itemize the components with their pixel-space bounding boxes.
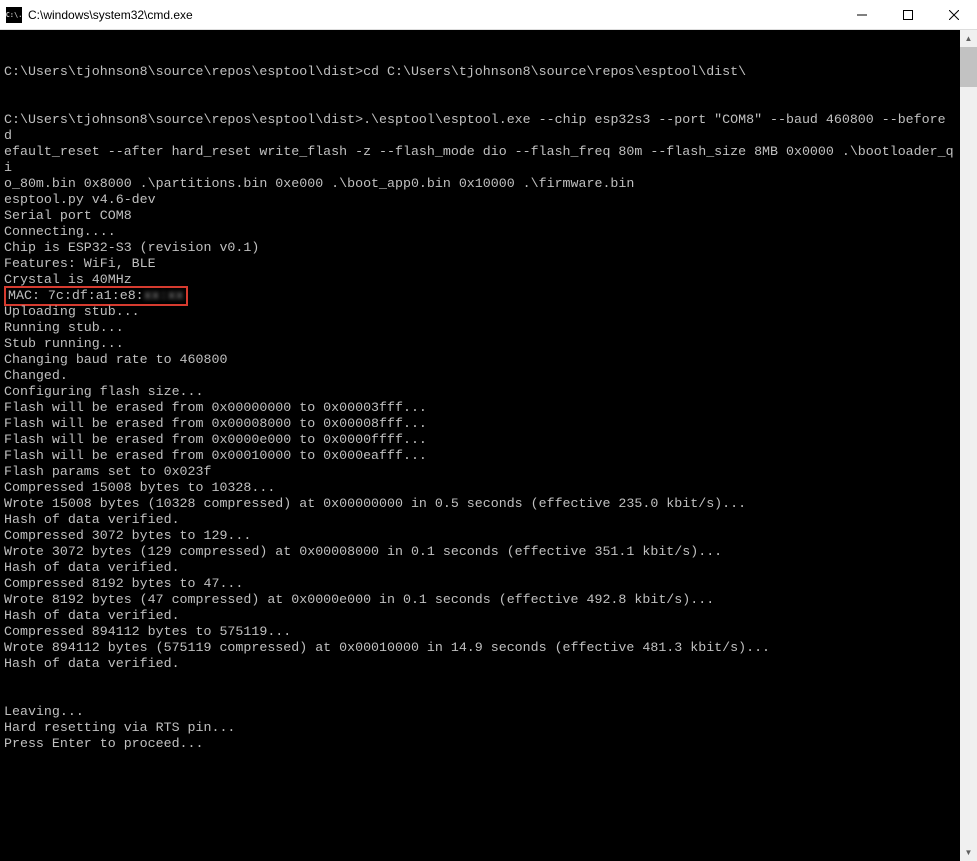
maximize-button[interactable]: [885, 0, 931, 30]
output-line: Press Enter to proceed...: [4, 736, 204, 751]
output-line: Flash will be erased from 0x00010000 to …: [4, 448, 427, 463]
output-line: Hash of data verified.: [4, 656, 180, 671]
output-line: Flash will be erased from 0x00000000 to …: [4, 400, 427, 415]
scrollbar-up-button[interactable]: ▲: [960, 30, 977, 47]
output-line: Wrote 15008 bytes (10328 compressed) at …: [4, 496, 746, 511]
output-line: Compressed 894112 bytes to 575119...: [4, 624, 291, 639]
output-line: Compressed 15008 bytes to 10328...: [4, 480, 275, 495]
output-line: Serial port COM8: [4, 208, 132, 223]
prompt: C:\Users\tjohnson8\source\repos\esptool\…: [4, 112, 363, 127]
window-title: C:\windows\system32\cmd.exe: [28, 8, 839, 22]
mac-address-highlight: MAC: 7c:df:a1:e8:xx:xx: [4, 286, 188, 306]
output-line: Features: WiFi, BLE: [4, 256, 156, 271]
terminal-wrapper: C:\Users\tjohnson8\source\repos\esptool\…: [0, 30, 977, 861]
output-line: Compressed 8192 bytes to 47...: [4, 576, 243, 591]
output-line: Leaving...: [4, 704, 84, 719]
output-line: Crystal is 40MHz: [4, 272, 132, 287]
output-line: Compressed 3072 bytes to 129...: [4, 528, 251, 543]
output-line: Changed.: [4, 368, 68, 383]
mac-address-text: MAC: 7c:df:a1:e8:: [8, 288, 144, 303]
output-line: Running stub...: [4, 320, 124, 335]
output-line: Flash will be erased from 0x0000e000 to …: [4, 432, 427, 447]
mac-address-redacted: xx:xx: [144, 288, 184, 303]
output-line: Stub running...: [4, 336, 124, 351]
output-line: esptool.py v4.6-dev: [4, 192, 156, 207]
output-line: Chip is ESP32-S3 (revision v0.1): [4, 240, 259, 255]
scrollbar-thumb[interactable]: [960, 47, 977, 87]
vertical-scrollbar[interactable]: ▲ ▼: [960, 30, 977, 861]
output-line: Hash of data verified.: [4, 560, 180, 575]
output-line: Hash of data verified.: [4, 512, 180, 527]
command-text: efault_reset --after hard_reset write_fl…: [4, 144, 954, 175]
close-icon: [949, 10, 959, 20]
window-controls: [839, 0, 977, 29]
output-line: Hard resetting via RTS pin...: [4, 720, 235, 735]
cmd-icon: C:\.: [6, 7, 22, 23]
output-line: Hash of data verified.: [4, 608, 180, 623]
output-line: Flash params set to 0x023f: [4, 464, 211, 479]
output-line: Flash will be erased from 0x00008000 to …: [4, 416, 427, 431]
output-line: Wrote 894112 bytes (575119 compressed) a…: [4, 640, 770, 655]
output-line: Connecting....: [4, 224, 116, 239]
output-line: Configuring flash size...: [4, 384, 204, 399]
command-text: o_80m.bin 0x8000 .\partitions.bin 0xe000…: [4, 176, 634, 191]
output-line: Wrote 3072 bytes (129 compressed) at 0x0…: [4, 544, 722, 559]
minimize-button[interactable]: [839, 0, 885, 30]
output-line: Uploading stub...: [4, 304, 140, 319]
output-line: Wrote 8192 bytes (47 compressed) at 0x00…: [4, 592, 714, 607]
window-titlebar: C:\. C:\windows\system32\cmd.exe: [0, 0, 977, 30]
prompt: C:\Users\tjohnson8\source\repos\esptool\…: [4, 64, 363, 79]
scrollbar-down-button[interactable]: ▼: [960, 844, 977, 861]
maximize-icon: [903, 10, 913, 20]
minimize-icon: [857, 10, 867, 20]
output-line: Changing baud rate to 460800: [4, 352, 227, 367]
terminal-output[interactable]: C:\Users\tjohnson8\source\repos\esptool\…: [0, 30, 960, 861]
command-text: cd C:\Users\tjohnson8\source\repos\espto…: [363, 64, 746, 79]
close-button[interactable]: [931, 0, 977, 30]
